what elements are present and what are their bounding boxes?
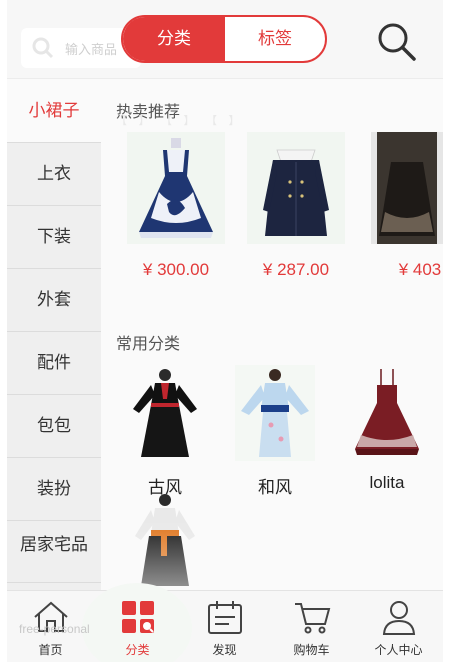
tab-label: 分类 xyxy=(125,643,150,657)
search-button-icon[interactable] xyxy=(373,18,421,66)
sidebar-item-home[interactable]: 居家宅品 xyxy=(7,521,101,583)
search-placeholder: 输入商品 xyxy=(65,43,118,58)
sidebar-item-dresses[interactable]: 小裙子 xyxy=(7,80,101,143)
scrolled-text-ghost: 【 】 【 】 【 】 xyxy=(116,114,244,127)
sidebar-item-outerwear[interactable]: 外套 xyxy=(7,269,101,332)
hot-products-row: ¥ 300.00 ¥ 287.00 ¥ 403 xyxy=(101,128,443,296)
tab-label: 购物车 xyxy=(293,643,330,657)
red-lolita-jsk-image xyxy=(355,369,419,455)
tab-label: 首页 xyxy=(38,643,63,657)
bottom-fade-overlay xyxy=(101,520,443,590)
cart-icon xyxy=(295,603,331,634)
category-label: lolita xyxy=(369,473,405,492)
sidebar-item-dressup[interactable]: 装扮 xyxy=(7,458,101,521)
segment-tag[interactable]: 标签 xyxy=(225,17,325,61)
app-screen: 输入商品 分类 标签 小裙子 上衣 下装 外套 配件 包包 装扮 居家宅品 热卖… xyxy=(7,0,443,662)
category-label: 和风 xyxy=(258,478,292,497)
tab-label: 个人中心 xyxy=(374,643,423,657)
top-bar: 输入商品 分类 标签 xyxy=(7,0,443,79)
category-sidebar: 小裙子 上衣 下装 外套 配件 包包 装扮 居家宅品 xyxy=(7,80,101,590)
product-card[interactable]: ¥ 403 xyxy=(365,128,443,296)
search-icon xyxy=(32,37,54,59)
navy-lolita-dress-image xyxy=(127,132,225,244)
sidebar-item-bottoms[interactable]: 下装 xyxy=(7,206,101,269)
sidebar-item-accessories[interactable]: 配件 xyxy=(7,332,101,395)
kimono-light-blue-image xyxy=(235,365,315,461)
main-content: 热卖推荐 【 】 【 】 【 】 ¥ 300.00 ¥ 287.00 ¥ 403… xyxy=(101,80,443,590)
segment-control: 分类 标签 xyxy=(121,15,327,63)
product-price: ¥ 287.00 xyxy=(262,260,330,279)
navy-coat-image xyxy=(247,132,345,244)
hanfu-red-black-image xyxy=(133,369,197,457)
common-categories-title: 常用分类 xyxy=(116,336,181,353)
tab-cart[interactable]: 购物车 xyxy=(268,591,355,662)
product-card[interactable]: ¥ 287.00 xyxy=(241,128,351,296)
watermark-text: free-personal xyxy=(19,622,90,636)
calendar-icon xyxy=(208,601,242,634)
sidebar-item-tops[interactable]: 上衣 xyxy=(7,143,101,206)
category-icon xyxy=(122,601,154,633)
dark-lolita-dress-image xyxy=(371,132,443,244)
product-price: ¥ 403 xyxy=(398,260,442,279)
product-card[interactable]: ¥ 300.00 xyxy=(121,128,231,296)
tab-profile[interactable]: 个人中心 xyxy=(355,591,442,662)
tab-category[interactable]: 分类 xyxy=(94,591,181,662)
user-icon xyxy=(382,601,416,635)
segment-category[interactable]: 分类 xyxy=(123,17,225,61)
product-price: ¥ 300.00 xyxy=(142,260,210,279)
tab-discover[interactable]: 发现 xyxy=(181,591,268,662)
sidebar-item-bags[interactable]: 包包 xyxy=(7,395,101,458)
tab-label: 发现 xyxy=(212,643,237,657)
